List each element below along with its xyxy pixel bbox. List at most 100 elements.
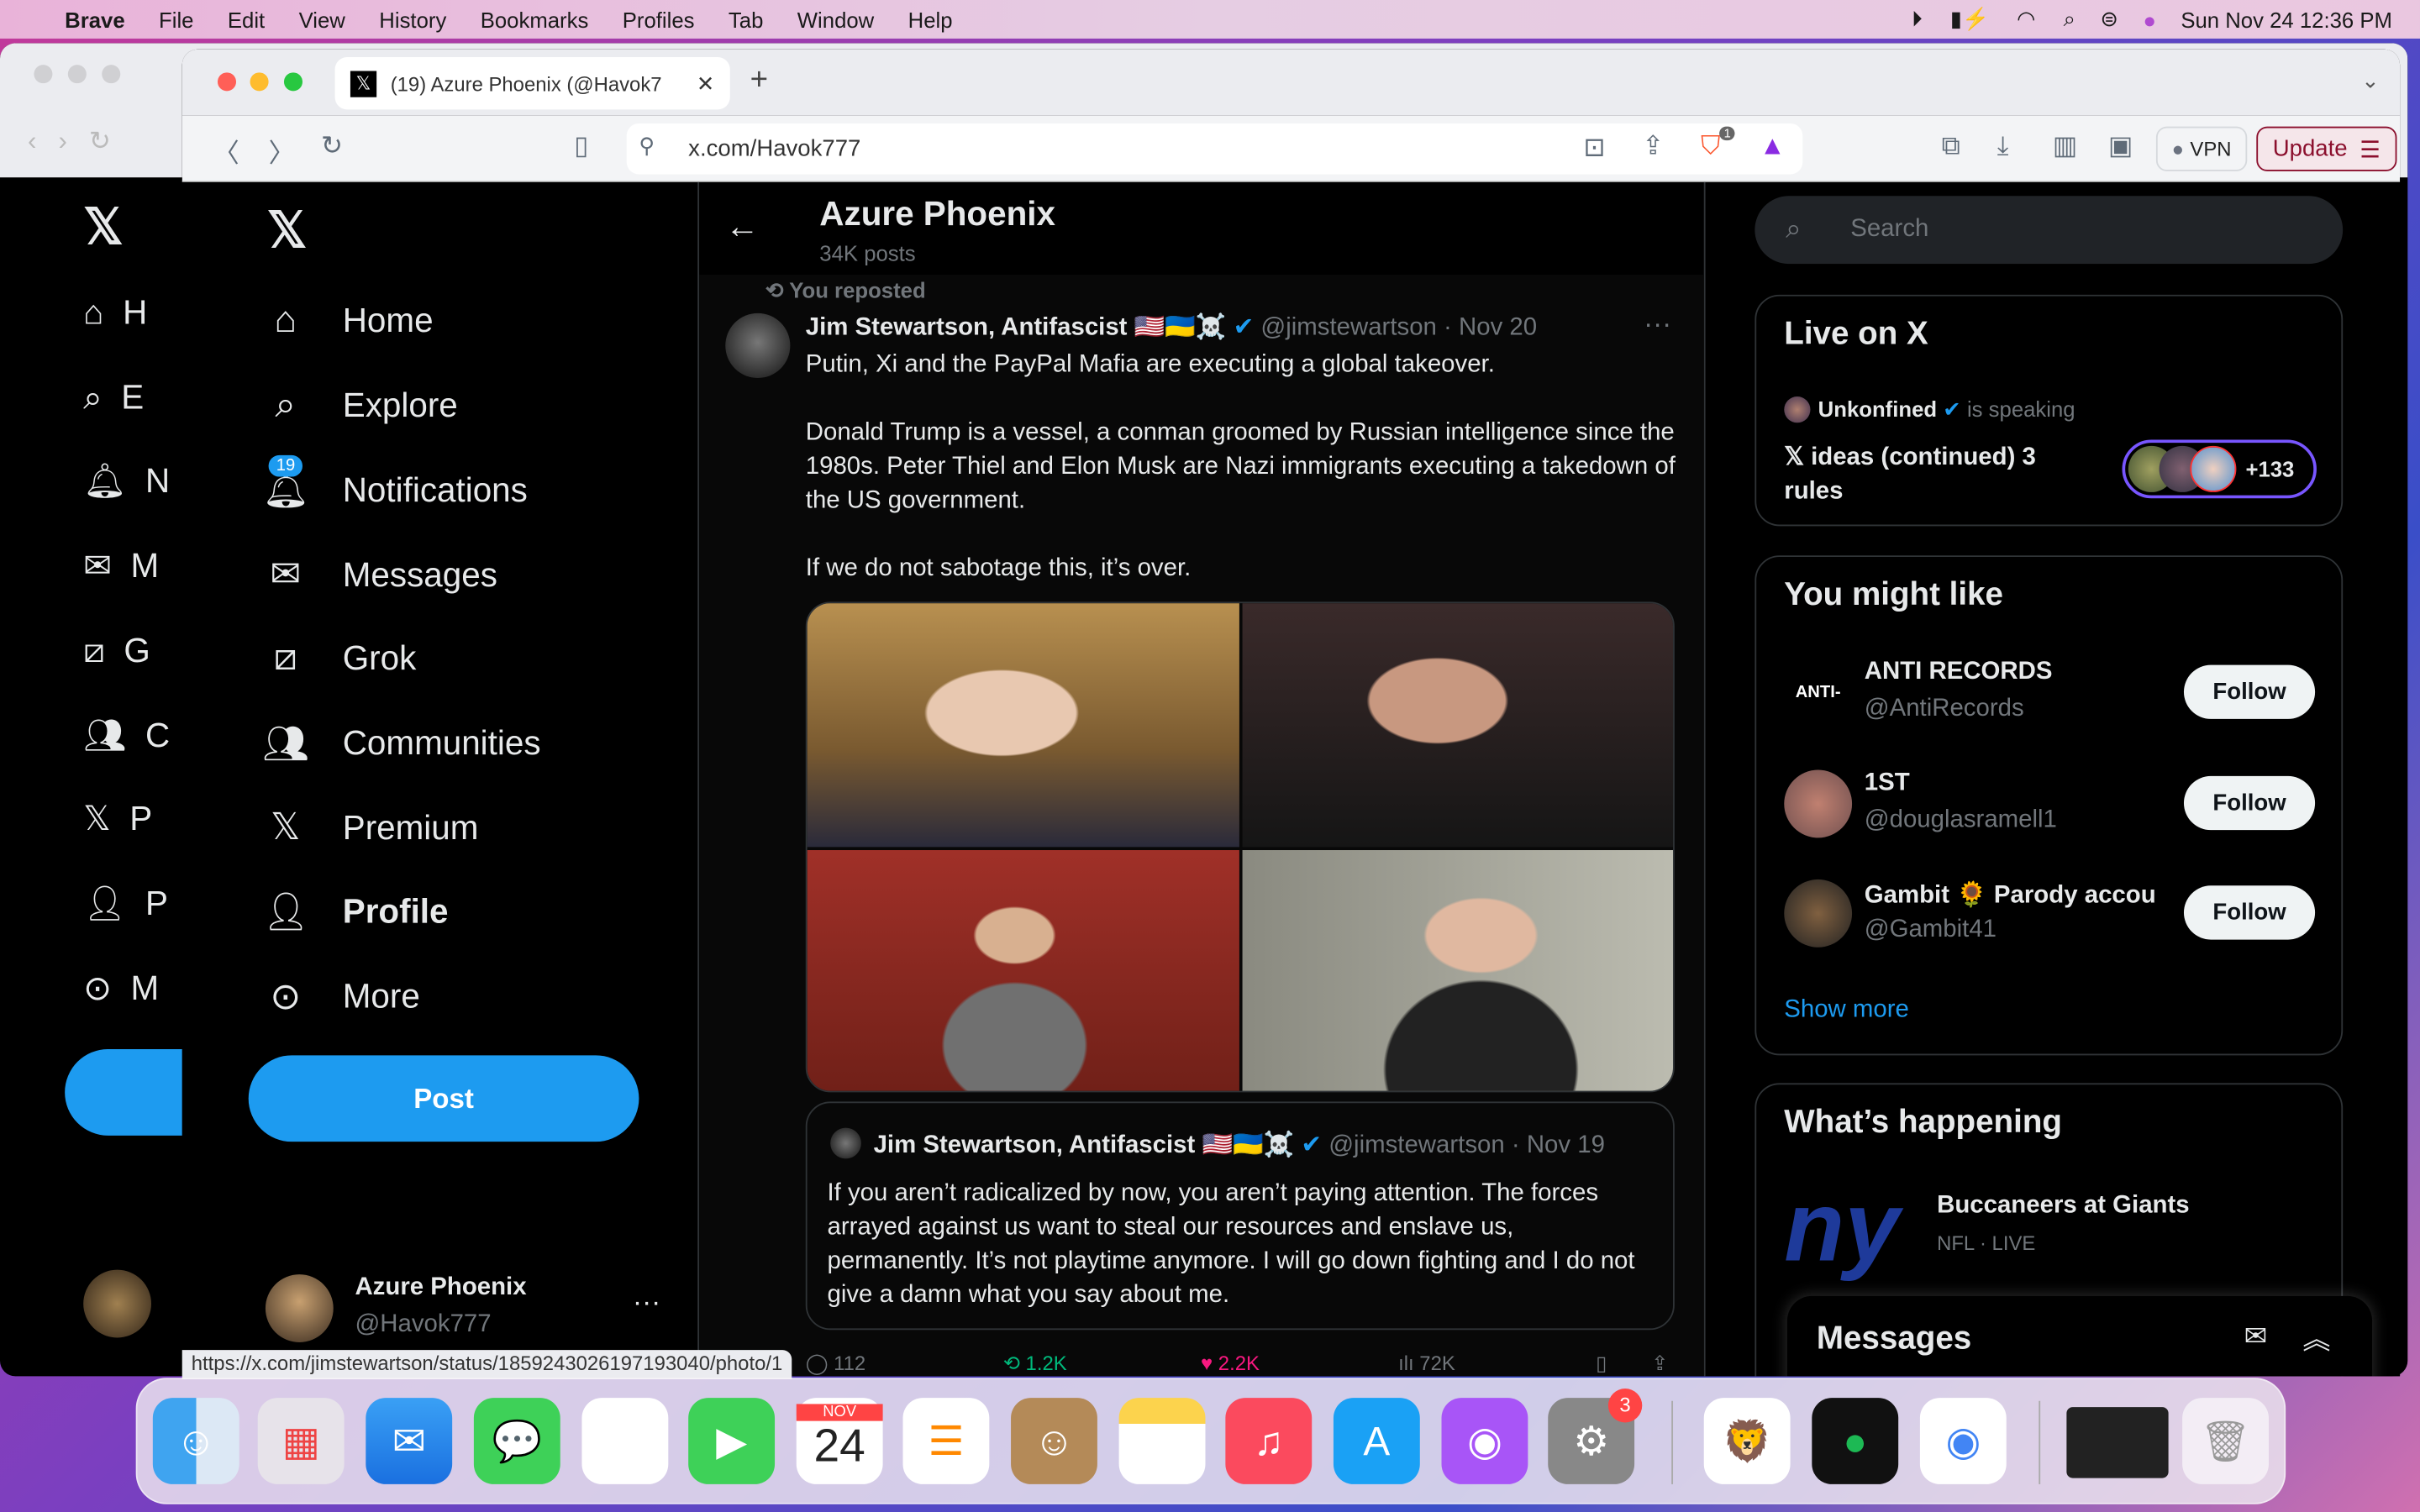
new-message-icon[interactable]: ✉ <box>2244 1320 2268 1353</box>
clock[interactable]: Sun Nov 24 12:36 PM <box>2181 7 2392 31</box>
bookmark-icon[interactable]: ▯ <box>574 131 588 162</box>
sidebar-item-profile[interactable]: 👤︎ Profile <box>262 890 448 935</box>
sidebar-item-explore[interactable]: ⌕ Explore <box>262 384 457 427</box>
views-button[interactable]: ılı 72K <box>1398 1352 1455 1375</box>
suggested-user[interactable]: 1ST @douglasramell1 Follow <box>1756 757 2341 849</box>
minimize-window-button[interactable] <box>250 72 269 92</box>
space-listeners-pill[interactable]: +133 <box>2122 439 2317 499</box>
brave-icon[interactable]: 🦁 <box>1703 1398 1791 1484</box>
repost-button[interactable]: ⟲ 1.2K <box>1003 1352 1067 1376</box>
battery-icon[interactable]: ▮⚡ <box>1950 6 1989 32</box>
like-button[interactable]: ♥ 2.2K <box>1201 1352 1260 1375</box>
contacts-icon[interactable]: ☺ <box>1011 1398 1097 1484</box>
share-icon[interactable]: ⇪ <box>1642 131 1664 162</box>
x-logo-icon[interactable]: 𝕏 <box>267 201 307 260</box>
url-text[interactable]: x.com/Havok777 <box>688 136 860 162</box>
reply-button[interactable]: ◯ 112 <box>806 1352 865 1376</box>
back-icon[interactable]: 〈 <box>213 131 239 170</box>
messages-drawer[interactable]: Messages ✉ ︽ <box>1786 1295 2373 1377</box>
follow-button[interactable]: Follow <box>2183 664 2316 719</box>
menu-window[interactable]: Window <box>797 7 874 31</box>
share-tweet-icon[interactable]: ⇪ <box>1651 1352 1668 1376</box>
close-window-button[interactable] <box>217 72 237 92</box>
new-tab-button[interactable]: + <box>750 63 768 98</box>
notes-icon[interactable] <box>1118 1398 1206 1484</box>
follow-button[interactable]: Follow <box>2183 885 2316 940</box>
menu-edit[interactable]: Edit <box>228 7 265 31</box>
sidebar-item-communities[interactable]: 👥︎ Communities <box>262 722 540 766</box>
sidebar-item-more[interactable]: ⊙ More <box>262 974 420 1019</box>
trash-icon[interactable]: 🗑 <box>2182 1398 2269 1484</box>
account-switcher[interactable]: Azure Phoenix @Havok777 ··· <box>265 1271 682 1345</box>
sidebar-icon[interactable]: ▥ <box>2053 131 2078 162</box>
site-settings-icon[interactable]: ⚲ <box>639 133 655 159</box>
expand-icon[interactable]: ︽ <box>2302 1318 2330 1358</box>
zoom-window-button[interactable] <box>283 72 302 92</box>
messages-icon[interactable]: 💬 <box>473 1398 560 1484</box>
sidebar-item-grok[interactable]: ⧄ Grok <box>262 637 417 680</box>
finder-icon[interactable]: ☺ <box>152 1398 239 1484</box>
wifi-icon[interactable]: ◠ <box>2017 6 2035 32</box>
menu-profiles[interactable]: Profiles <box>623 7 695 31</box>
post-button[interactable]: Post <box>248 1055 639 1142</box>
brave-shields-icon[interactable]: ⛉ <box>1701 131 1720 162</box>
reload-icon[interactable]: ↻ <box>321 131 343 162</box>
tweet-photo-3[interactable] <box>807 850 1239 1091</box>
author-name[interactable]: Jim Stewartson, Antifascist <box>806 315 1128 341</box>
chrome-icon[interactable]: ◉ <box>1919 1398 2007 1484</box>
address-bar[interactable]: ⚲ x.com/Havok777 ⊡ ⇪ ⛉ 1 ▲ <box>626 123 1803 175</box>
extensions-icon[interactable]: ⧉ <box>1942 131 1960 162</box>
menu-tab[interactable]: Tab <box>729 7 763 31</box>
tweet-photo-4[interactable] <box>1242 850 1674 1091</box>
tab-close-icon[interactable]: ✕ <box>697 71 715 97</box>
wallet-icon[interactable]: ▣ <box>2108 131 2133 162</box>
launchpad-icon[interactable]: ▦ <box>257 1398 345 1484</box>
menu-app-name[interactable]: Brave <box>65 7 124 31</box>
account-more-icon[interactable]: ··· <box>633 1287 660 1320</box>
spotlight-icon[interactable]: ⌕ <box>2064 6 2075 32</box>
app-store-icon[interactable]: A <box>1333 1398 1420 1484</box>
sidebar-item-premium[interactable]: 𝕏 Premium <box>262 806 478 850</box>
control-center-icon[interactable]: ⊜ <box>2100 6 2118 32</box>
update-button[interactable]: Update ☰ <box>2256 126 2397 171</box>
author-avatar[interactable] <box>725 312 791 378</box>
show-more-link[interactable]: Show more <box>1784 997 1909 1025</box>
podcasts-icon[interactable]: ◉ <box>1441 1398 1528 1484</box>
downloads-icon[interactable]: ⤓ <box>1997 131 2009 162</box>
suggested-user[interactable]: ANTI- ANTI RECORDS @AntiRecords Follow <box>1756 647 2341 739</box>
quoted-tweet[interactable]: Jim Stewartson, Antifascist 🇺🇸🇺🇦☠️ ✔ @ji… <box>805 1101 1675 1331</box>
menu-view[interactable]: View <box>299 7 345 31</box>
tab-list-chevron-icon[interactable]: ⌄ <box>2361 68 2380 94</box>
tweet-date[interactable]: · Nov 20 <box>1444 315 1537 341</box>
forward-icon[interactable]: 〉 <box>269 131 295 170</box>
facetime-icon[interactable]: ▶ <box>688 1398 776 1484</box>
sidebar-item-home[interactable]: ⌂ Home <box>262 299 433 342</box>
menu-history[interactable]: History <box>379 7 446 31</box>
vpn-button[interactable]: ● VPN <box>2155 126 2248 171</box>
back-arrow-icon[interactable]: ← <box>725 207 759 247</box>
suggested-user[interactable]: Gambit 🌻 Parody accou @Gambit41 Follow <box>1756 867 2341 959</box>
menu-bookmarks[interactable]: Bookmarks <box>481 7 589 31</box>
tweet-photo-2[interactable] <box>1242 603 1674 848</box>
spotify-icon[interactable]: ● <box>1812 1398 1899 1484</box>
brave-rewards-icon[interactable]: ▲ <box>1760 131 1786 162</box>
sidebar-item-notifications[interactable]: 🔔︎ Notifications 19 <box>262 455 528 512</box>
install-app-icon[interactable]: ⊡ <box>1583 133 1605 164</box>
tweet[interactable]: ⟲ You reposted Jim Stewartson, Antifasci… <box>699 274 1704 1377</box>
tweet-more-icon[interactable]: ··· <box>1644 308 1671 341</box>
calendar-icon[interactable]: NOV 24 <box>796 1398 883 1484</box>
menu-help[interactable]: Help <box>908 7 953 31</box>
mail-icon[interactable]: ✉ <box>366 1398 453 1484</box>
photos-icon[interactable]: ✿ <box>581 1398 669 1484</box>
reminders-icon[interactable]: ☰ <box>902 1398 990 1484</box>
host-name[interactable]: Unkonfined <box>1818 396 1937 421</box>
sidebar-item-messages[interactable]: ✉ Messages <box>262 553 497 597</box>
tab-active[interactable]: 𝕏 (19) Azure Phoenix (@Havok7 ✕ <box>334 56 730 110</box>
search-input[interactable]: ⌕ Search <box>1754 196 2344 265</box>
siri-icon[interactable]: ● <box>2143 7 2156 31</box>
follow-button[interactable]: Follow <box>2183 774 2316 830</box>
menu-file[interactable]: File <box>159 7 193 31</box>
author-handle[interactable]: @jimstewartson <box>1260 315 1436 341</box>
minimized-window-thumbnail[interactable] <box>2066 1407 2169 1478</box>
bookmark-tweet-icon[interactable]: ▯ <box>1596 1352 1607 1376</box>
